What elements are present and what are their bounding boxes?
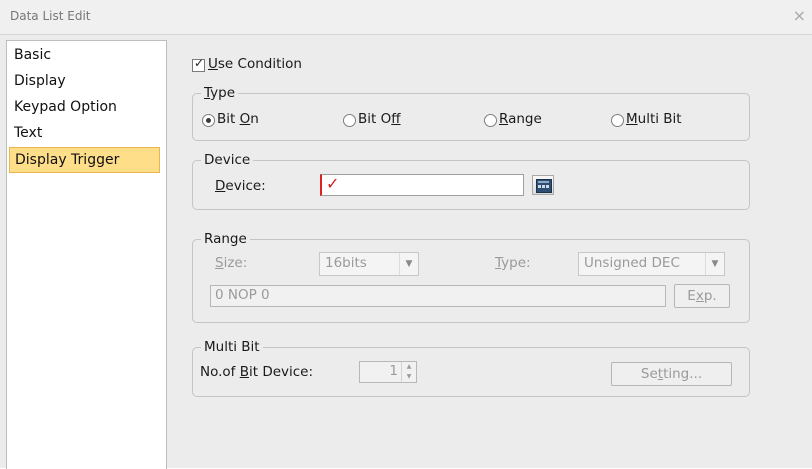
chevron-down-icon: ▼ (399, 253, 418, 275)
sidebar-item-text[interactable]: Text (9, 121, 160, 147)
multi-bit-group: Multi Bit No.of Bit Device: 1 ▲ ▼ Setting… (192, 338, 750, 397)
required-mark-icon: ✓ (326, 174, 340, 193)
multi-bit-label[interactable]: Multi Bit (626, 110, 682, 128)
title-bar: Data List Edit × (0, 0, 812, 35)
sidebar-item-label: Text (14, 125, 43, 141)
chevron-down-icon: ▼ (705, 253, 724, 275)
multi-bit-group-legend: Multi Bit (201, 338, 263, 356)
range-type-value: Unsigned DEC (584, 255, 680, 271)
size-dropdown[interactable]: 16bits ▼ (319, 252, 419, 276)
device-group-legend: Device (201, 151, 254, 169)
sidebar-item-label: Display Trigger (15, 152, 120, 168)
sidebar-item-label: Keypad Option (14, 99, 117, 115)
window-title: Data List Edit (10, 9, 91, 23)
sidebar-item-keypad-option[interactable]: Keypad Option (9, 95, 160, 121)
range-group: Range Size: 16bits ▼ Type: Unsigned DEC … (192, 230, 750, 323)
range-expression-value: 0 NOP 0 (215, 287, 270, 303)
bit-device-count-stepper[interactable]: 1 ▲ ▼ (359, 361, 417, 383)
range-expression-field[interactable]: 0 NOP 0 (210, 285, 666, 307)
device-input[interactable]: ✓ (320, 174, 524, 196)
close-icon[interactable]: × (793, 6, 806, 25)
size-label: Size: (215, 255, 248, 271)
range-type-dropdown[interactable]: Unsigned DEC ▼ (578, 252, 725, 276)
settings-panel: ✓ Use Condition Type Bit On Bit Off Rang… (168, 40, 812, 468)
radio-bit-off[interactable] (343, 114, 356, 127)
sidebar-item-display[interactable]: Display (9, 69, 160, 95)
radio-bit-on[interactable] (202, 114, 215, 127)
bit-on-label[interactable]: Bit On (217, 110, 259, 128)
radio-selected-dot (206, 118, 211, 123)
stepper-arrows-icon[interactable]: ▲ ▼ (401, 362, 416, 382)
type-group-legend: Type (201, 84, 239, 102)
device-picker-button[interactable] (532, 175, 554, 195)
use-condition-label[interactable]: Use Condition (208, 55, 302, 73)
range-type-label: Type: (495, 255, 531, 271)
use-condition-checkbox[interactable]: ✓ (192, 56, 205, 72)
dialog-body: Basic Display Keypad Option Text Display… (0, 35, 812, 469)
radio-range[interactable] (484, 114, 497, 127)
bit-device-count-label: No.of Bit Device: (200, 364, 314, 380)
exp-button[interactable]: Exp. (674, 284, 730, 308)
range-label[interactable]: Range (499, 110, 542, 128)
device-group: Device Device: ✓ (192, 151, 750, 210)
setting-button[interactable]: Setting... (611, 362, 732, 386)
range-group-legend: Range (201, 230, 250, 248)
bit-device-count-value: 1 (389, 363, 398, 379)
device-label: Device: (215, 178, 266, 194)
category-list: Basic Display Keypad Option Text Display… (6, 40, 167, 469)
size-dropdown-value: 16bits (325, 255, 367, 271)
device-picker-icon (536, 179, 552, 193)
radio-multi-bit[interactable] (611, 114, 624, 127)
sidebar-item-label: Display (14, 73, 66, 89)
sidebar-item-display-trigger[interactable]: Display Trigger (9, 147, 160, 173)
checkmark-icon: ✓ (194, 56, 205, 70)
sidebar-item-basic[interactable]: Basic (9, 43, 160, 69)
type-group: Type Bit On Bit Off Range Multi Bit (192, 84, 750, 141)
bit-off-label[interactable]: Bit Off (358, 110, 401, 128)
sidebar-item-label: Basic (14, 47, 52, 63)
